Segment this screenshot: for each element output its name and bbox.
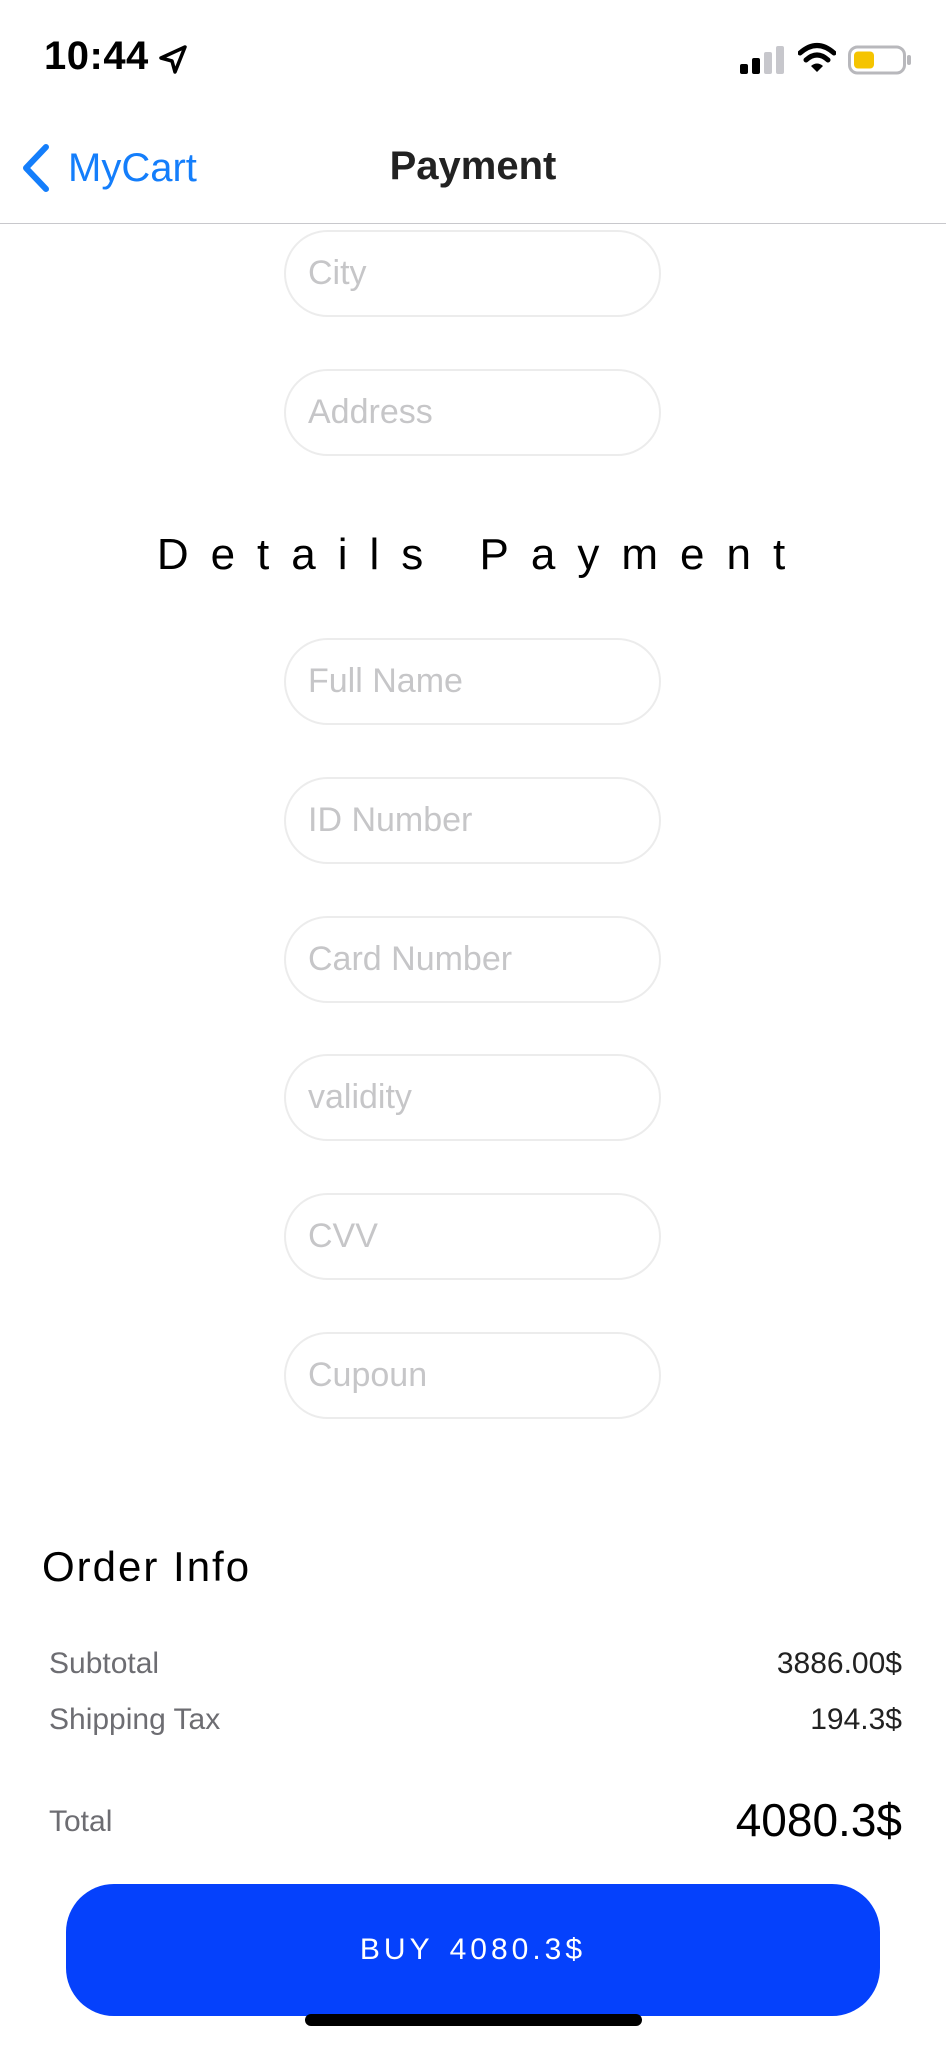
details-payment-title: Details Payment [156,530,808,579]
validity-input[interactable] [284,1054,661,1141]
battery-icon [848,45,911,75]
navigation-bar: MyCart Payment [0,118,946,224]
card-number-input[interactable] [284,916,661,1003]
full-name-input[interactable] [284,638,661,725]
subtotal-label: Subtotal [49,1647,160,1680]
cvv-input[interactable] [284,1193,661,1280]
order-info-title: Order Info [42,1543,252,1590]
id-number-input[interactable] [284,777,661,864]
coupon-input[interactable] [284,1332,661,1419]
total-value: 4080.3$ [735,1794,902,1846]
home-indicator [305,2014,642,2026]
shipping-tax-label: Shipping Tax [49,1703,221,1736]
shipping-tax-value: 194.3$ [810,1703,902,1736]
city-input[interactable] [284,230,661,317]
wifi-icon [798,43,836,72]
buy-button-amount: 4080.3$ [449,1933,587,1966]
status-bar: 10:44 [0,0,946,118]
total-label: Total [49,1805,113,1838]
buy-button-label: BUY [359,1933,434,1966]
subtotal-value: 3886.00$ [776,1647,902,1680]
page-title: Payment [389,144,557,188]
payment-screen: 10:44 MyCart Payment City Address Detail… [0,0,946,2048]
address-input[interactable] [284,369,661,456]
buy-button[interactable]: BUY 4080.3$ [66,1884,880,2016]
status-time: 10:44 [44,34,149,78]
location-arrow-icon [159,45,187,74]
cellular-signal-icon [740,46,784,74]
